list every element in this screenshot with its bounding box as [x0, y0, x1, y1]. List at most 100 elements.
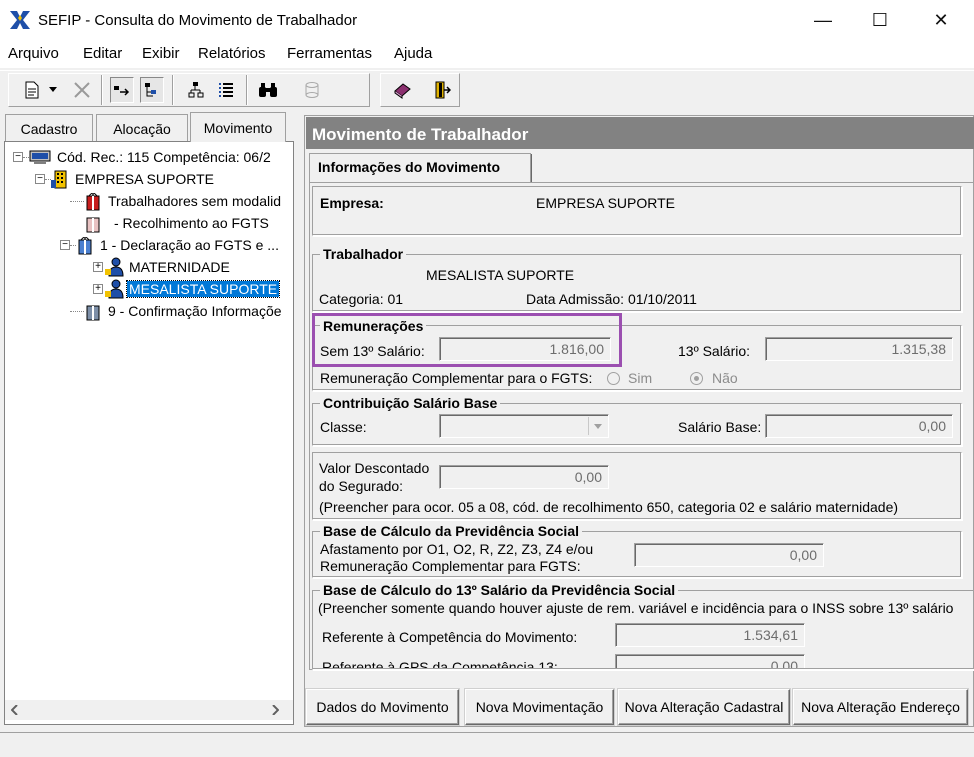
tree-item-row[interactable]: - Recolhimento ao FGTS [10, 212, 290, 234]
tab-cadastro[interactable]: Cadastro [5, 114, 93, 142]
window-title: SEFIP - Consulta do Movimento de Trabalh… [38, 12, 358, 29]
data-admissao-text: Data Admissão: 01/10/2011 [526, 291, 697, 307]
tree-item-label: 9 - Confirmação Informaçõe [108, 303, 282, 319]
ref-comp-label: Referente à Competência do Movimento: [322, 629, 578, 645]
database-disabled-icon[interactable] [300, 77, 324, 103]
ref-comp-field[interactable]: 1.534,61 [615, 623, 805, 647]
tree-item-label: MESALISTA SUPORTE [125, 280, 281, 298]
radio-nao-label: Não [712, 370, 738, 386]
chevron-down-icon[interactable] [588, 417, 606, 435]
radio-nao[interactable] [690, 372, 703, 385]
valor-desc-label-2: do Segurado: [319, 478, 404, 494]
person-icon [105, 279, 124, 299]
gift-box-blue-icon [86, 305, 100, 321]
classe-select[interactable] [439, 414, 609, 438]
new-document-icon[interactable] [20, 77, 44, 103]
toolbar-separator [172, 75, 174, 105]
status-bar [0, 732, 974, 757]
gift-box-red-icon [86, 193, 100, 211]
tree-item-label: 1 - Declaração ao FGTS e ... [100, 237, 279, 253]
computer-icon [29, 150, 51, 164]
menu-arquivo[interactable]: Arquivo [8, 45, 59, 62]
sefip-logo-icon [9, 10, 31, 30]
expand-icon[interactable]: + [93, 284, 103, 294]
valor-desc-label-1: Valor Descontado [319, 460, 430, 476]
tree-view-icon[interactable] [140, 77, 164, 103]
nova-alteracao-cadastral-button[interactable]: Nova Alteração Cadastral [618, 689, 790, 725]
radio-sim-label: Sim [628, 370, 653, 386]
radio-sim[interactable] [607, 372, 620, 385]
tree-root-row[interactable]: − Cód. Rec.: 115 Competência: 06/2 [10, 146, 290, 168]
empresa-label: Empresa: [320, 195, 384, 211]
highlight-annotation [312, 313, 622, 367]
salario-base-field[interactable]: 0,00 [765, 414, 953, 438]
trabalhador-name: MESALISTA SUPORTE [426, 267, 575, 283]
close-button[interactable]: ✕ [918, 0, 964, 40]
menu-relatorios[interactable]: Relatórios [198, 45, 266, 62]
tree-item-row[interactable]: − 1 - Declaração ao FGTS e ... [10, 234, 290, 256]
collapse-icon[interactable]: − [13, 152, 23, 162]
valor-desc-field[interactable]: 0,00 [439, 465, 609, 489]
binoculars-icon[interactable] [256, 77, 280, 103]
menu-exibir[interactable]: Exibir [142, 45, 180, 62]
tree-item-row-selected[interactable]: + MESALISTA SUPORTE [10, 278, 290, 300]
move-right-icon[interactable] [110, 77, 134, 103]
base-13-clip: (Preencher somente quando houver ajuste … [312, 598, 974, 668]
tree-panel: − Cód. Rec.: 115 Competência: 06/2 − EMP… [4, 141, 294, 725]
tree-company-label: EMPRESA SUPORTE [75, 171, 215, 187]
menu-editar[interactable]: Editar [83, 45, 122, 62]
tab-movimento[interactable]: Movimento [190, 112, 286, 142]
list-view-icon[interactable] [214, 77, 238, 103]
tab-edge [531, 154, 534, 182]
maximize-button[interactable]: ☐ [857, 0, 903, 40]
panel-header: Movimento de Trabalhador [306, 117, 974, 149]
book-icon[interactable] [390, 77, 414, 103]
afastamento-label-2: Remuneração Complementar para FGTS: [320, 558, 581, 574]
valor-desc-note: (Preencher para ocor. 05 a 08, cód. de r… [319, 499, 899, 515]
toolbar-separator [101, 75, 103, 105]
base-13-note: (Preencher somente quando houver ajuste … [318, 600, 954, 616]
tree-item-row[interactable]: Trabalhadores sem modalid [10, 190, 290, 212]
tree-item-label: - Recolhimento ao FGTS [114, 215, 269, 231]
menu-ajuda[interactable]: Ajuda [394, 45, 432, 62]
collapse-icon[interactable]: − [35, 174, 45, 184]
menu-ferramentas[interactable]: Ferramentas [287, 45, 372, 62]
salario-base-label: Salário Base: [678, 419, 762, 435]
gift-box-blue-icon [78, 237, 92, 255]
empresa-group [312, 186, 962, 236]
hierarchy-icon[interactable] [184, 77, 208, 103]
new-dropdown-arrow-icon[interactable] [46, 77, 60, 103]
contribuicao-title: Contribuição Salário Base [320, 395, 501, 411]
s13-label: 13º Salário: [678, 343, 751, 359]
tree-item-row[interactable]: 9 - Confirmação Informaçõe [10, 300, 290, 322]
delete-icon[interactable] [70, 77, 94, 103]
empresa-value: EMPRESA SUPORTE [536, 195, 676, 211]
tree-item-row[interactable]: + MATERNIDADE [10, 256, 290, 278]
collapse-icon[interactable]: − [60, 240, 70, 250]
tab-alocacao[interactable]: Alocação [96, 114, 188, 142]
exit-door-icon[interactable] [430, 77, 454, 103]
expand-icon[interactable]: + [93, 262, 103, 272]
tab-informacoes-movimento[interactable]: Informações do Movimento [309, 153, 531, 183]
ref-gps-field[interactable]: 0,00 [615, 654, 805, 668]
dados-movimento-button[interactable]: Dados do Movimento [306, 689, 459, 725]
tree-item-label: Trabalhadores sem modalid [108, 193, 282, 209]
scroll-right-icon[interactable] [271, 705, 279, 715]
minimize-button[interactable]: — [800, 0, 846, 40]
tree-item-label: MATERNIDADE [129, 259, 230, 275]
ref-gps-label: Referente à GPS da Competência 13: [322, 659, 558, 668]
categoria-text: Categoria: 01 [319, 291, 404, 307]
nova-movimentacao-button[interactable]: Nova Movimentação [465, 689, 614, 725]
person-icon [105, 257, 124, 277]
afastamento-label-1: Afastamento por O1, O2, R, Z2, Z3, Z4 e/… [320, 541, 594, 557]
rem-comp-label: Remuneração Complementar para o FGTS: [320, 370, 593, 386]
tree-root-label: Cód. Rec.: 115 Competência: 06/2 [57, 149, 271, 165]
horizontal-scrollbar[interactable] [5, 700, 293, 720]
afastamento-field[interactable]: 0,00 [634, 543, 824, 567]
s13-field[interactable]: 1.315,38 [765, 337, 953, 361]
nova-alteracao-endereco-button[interactable]: Nova Alteração Endereço [793, 689, 968, 725]
scroll-left-icon[interactable] [11, 705, 19, 715]
classe-label: Classe: [320, 419, 367, 435]
tree-company-row[interactable]: − EMPRESA SUPORTE [10, 168, 290, 190]
base-13-title: Base de Cálculo do 13º Salário da Previd… [320, 582, 679, 598]
